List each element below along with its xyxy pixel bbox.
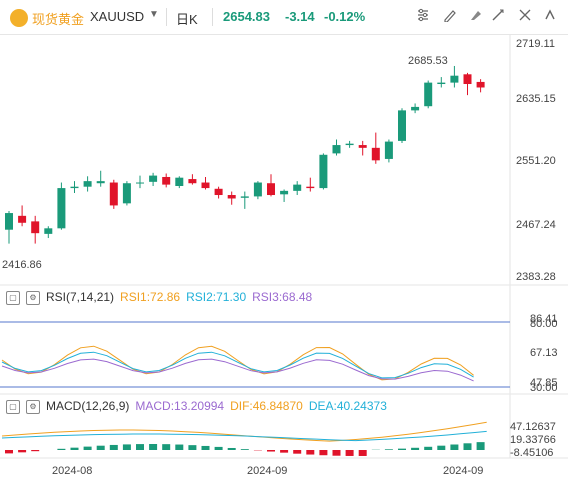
macd-bar [319,450,328,456]
candle-body [450,75,459,83]
candle-body [332,145,341,154]
macd-bar [149,444,158,450]
candle-body [83,181,92,187]
macd-tick: 47.12637 [510,421,556,433]
macd-bar [175,444,184,450]
macd-bar [332,450,341,456]
high-label: 2685.53 [408,55,448,67]
macd-bar [70,447,79,450]
macd-bar [31,450,40,452]
macd-bar [214,446,223,450]
macd-bar [437,445,446,450]
macd-bar [358,450,367,456]
dea-series [1,430,487,442]
macd-bar [463,443,472,450]
candle-body [253,182,262,197]
candle-body [358,145,367,148]
macd-bar [5,450,13,454]
candle-body [306,186,315,189]
candle-body [70,186,79,189]
macd-bar [398,448,406,450]
candle-body [201,182,210,189]
candle-body [476,81,485,88]
macd-bar [306,450,315,455]
candle-body [122,183,131,204]
date-label: 2024-08 [52,465,92,477]
candle-body [44,228,53,234]
price-tick: 2467.24 [516,219,556,231]
macd-bar [83,446,92,450]
rsi-tick: 80.00 [530,318,558,330]
candle-body [398,110,406,141]
dif-series [1,421,487,442]
candle-body [267,183,275,196]
candle-body [411,106,420,111]
macd-tick: -8.45106 [510,447,553,459]
candle-body [437,82,446,85]
macd-bar [411,447,420,450]
candle-body [57,188,66,229]
macd-bar [267,450,275,452]
rsi2-series [1,351,474,379]
date-label: 2024-09 [443,465,483,477]
date-label: 2024-09 [247,465,287,477]
macd-bar [476,442,485,450]
price-tick: 2719.11 [516,38,555,50]
candle-body [136,182,144,184]
macd-histogram [5,442,485,456]
macd-bar [345,450,354,456]
macd-bar [122,444,131,450]
price-tick: 2635.15 [516,93,556,105]
candle-body [424,82,433,107]
macd-bar [136,444,144,450]
candle-body [293,184,302,191]
price-chart[interactable]: 2719.11 2635.15 2551.20 2467.24 2383.28 … [0,0,568,485]
macd-bar [293,450,302,454]
macd-bar [280,450,289,453]
candle-body [214,188,223,196]
candle-body [188,179,197,184]
candle-body [240,196,249,198]
macd-bar [162,444,171,450]
macd-bar [18,450,27,453]
candle-body [31,221,40,234]
macd-bar [96,445,105,450]
price-tick: 2383.28 [516,271,556,283]
macd-bar [227,447,236,450]
candle-body [18,215,27,223]
macd-bar [240,449,249,450]
candle-body [345,143,354,146]
macd-bar [424,446,433,450]
candle-body [384,141,393,159]
rsi-tick: 30.00 [530,382,558,394]
macd-bar [57,448,66,450]
candles [5,65,485,244]
candle-body [162,176,171,185]
candle-body [371,147,380,161]
macd-bar [450,444,459,450]
candle-body [463,74,472,85]
candle-body [149,175,158,182]
candle-body [5,213,13,230]
low-label: 2416.86 [2,259,42,271]
macd-bar [384,449,393,450]
macd-bar [201,445,210,450]
candle-body [227,195,236,199]
rsi-tick: 67.13 [530,347,558,359]
price-tick: 2551.20 [516,155,556,167]
candle-body [109,182,118,206]
candle-body [280,190,289,195]
macd-bar [109,444,118,450]
candle-body [319,154,328,189]
macd-bar [188,445,197,450]
candle-body [175,177,184,186]
candle-body [96,181,105,184]
macd-tick: 19.33766 [510,434,556,446]
